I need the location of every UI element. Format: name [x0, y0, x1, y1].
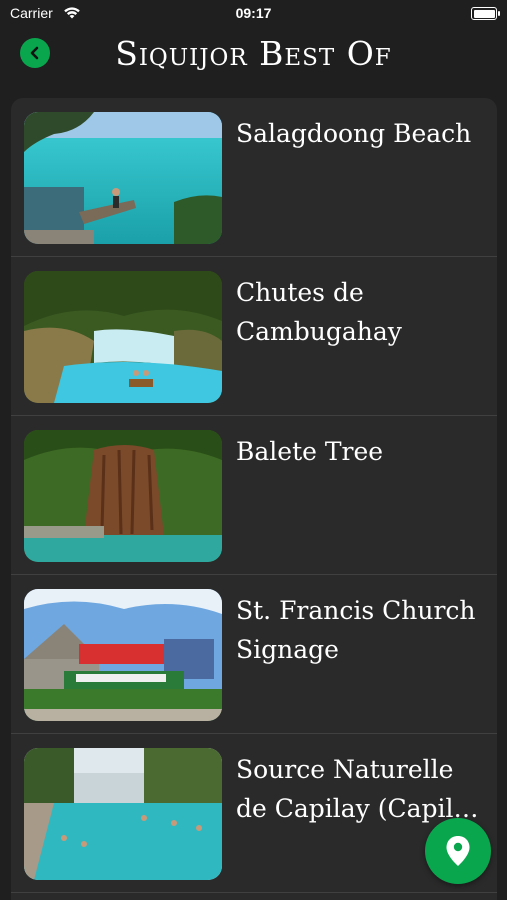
waterfall-photo	[24, 271, 222, 403]
place-title: Salagdoong Beach	[236, 119, 472, 148]
places-list[interactable]: Salagdoong Beach Chutes de Cambugahay Ba…	[11, 98, 497, 900]
tree-photo	[24, 430, 222, 562]
place-title: Chutes de Cambugahay	[236, 278, 402, 346]
list-item[interactable]: Source Naturelle de Capilay (Capilay Spr…	[11, 734, 497, 893]
list-item[interactable]: St. Francis Church Signage	[11, 575, 497, 734]
status-bar: Carrier 09:17	[0, 0, 507, 30]
spring-pool-photo	[24, 748, 222, 880]
page-title: Siquijor Best Of	[115, 34, 392, 73]
status-time: 09:17	[235, 5, 272, 21]
battery-icon	[471, 7, 500, 20]
nav-bar: Siquijor Best Of	[0, 30, 507, 88]
list-item[interactable]: Salagdoong Beach	[11, 98, 497, 257]
church-photo	[24, 589, 222, 721]
map-pin-icon	[446, 836, 470, 866]
list-item[interactable]: Chutes de Cambugahay	[11, 257, 497, 416]
place-title: St. Francis Church Signage	[236, 596, 476, 664]
place-title: Source Naturelle de Capilay (Capilay Spr…	[236, 755, 483, 823]
list-item[interactable]: Balete Tree	[11, 416, 497, 575]
battery-level	[473, 9, 495, 18]
map-button[interactable]	[425, 818, 491, 884]
beach-photo	[24, 112, 222, 244]
place-title: Balete Tree	[236, 437, 384, 466]
